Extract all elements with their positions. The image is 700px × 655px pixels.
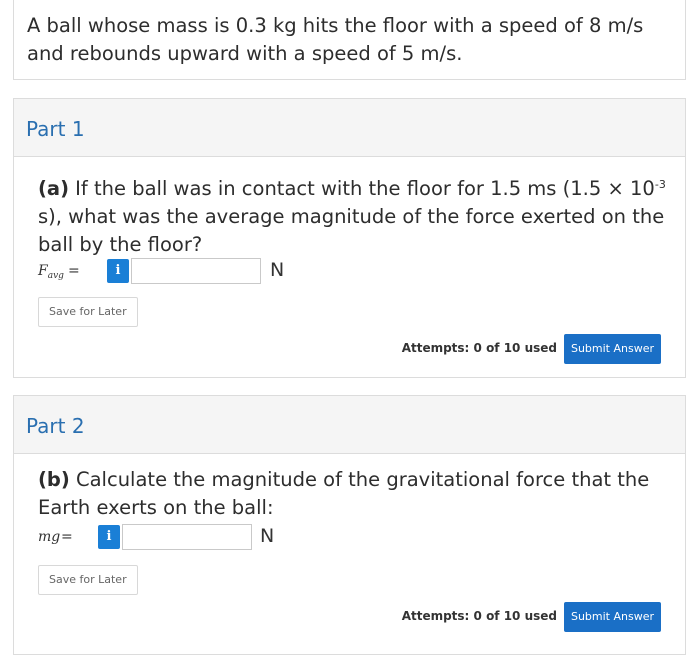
part-1-unit: N (270, 259, 285, 281)
part-2-save-for-later-button[interactable]: Save for Later (38, 565, 138, 595)
part-1-question-prefix: (a) (38, 177, 69, 200)
part-1-equals: = (68, 263, 80, 279)
part-1-question-text-start: If the ball was in contact with the floo… (68, 177, 655, 200)
part-1-card: Part 1 (a) If the ball was in contact wi… (13, 98, 686, 378)
part-2-card: Part 2 (b) Calculate the magnitude of th… (13, 395, 686, 655)
part-1-title: Part 1 (26, 117, 85, 141)
part-2-variable: mg (38, 529, 61, 545)
part-2-attempts: Attempts: 0 of 10 used (401, 609, 557, 623)
part-1-variable-symbol: F (38, 263, 48, 279)
part-1-header: Part 1 (14, 99, 685, 157)
part-1-submit-answer-button[interactable]: Submit Answer (564, 334, 661, 364)
part-1-save-for-later-button[interactable]: Save for Later (38, 297, 138, 327)
part-1-question-text-end: s), what was the average magnitude of th… (38, 205, 665, 256)
part-1-attempts: Attempts: 0 of 10 used (401, 341, 557, 355)
part-2-header: Part 2 (14, 396, 685, 454)
part-2-question-prefix: (b) (38, 468, 70, 491)
part-2-title: Part 2 (26, 414, 85, 438)
part-2-info-icon[interactable]: i (98, 525, 120, 549)
part-1-info-icon[interactable]: i (107, 259, 129, 283)
part-1-question-exponent: -3 (654, 178, 666, 191)
problem-statement-card: A ball whose mass is 0.3 kg hits the flo… (13, 0, 686, 80)
part-1-question: (a) If the ball was in contact with the … (38, 171, 668, 259)
part-2-submit-answer-button[interactable]: Submit Answer (564, 602, 661, 632)
part-2-question-text: Calculate the magnitude of the gravitati… (38, 468, 650, 519)
part-2-question: (b) Calculate the magnitude of the gravi… (38, 466, 668, 522)
problem-text: A ball whose mass is 0.3 kg hits the flo… (27, 14, 644, 65)
part-1-answer-input[interactable] (131, 258, 261, 284)
part-2-answer-input[interactable] (122, 524, 252, 550)
part-2-unit: N (260, 525, 275, 547)
part-2-equals: = (61, 529, 73, 545)
part-1-variable: Favg (38, 263, 64, 281)
part-1-variable-subscript: avg (47, 271, 64, 281)
